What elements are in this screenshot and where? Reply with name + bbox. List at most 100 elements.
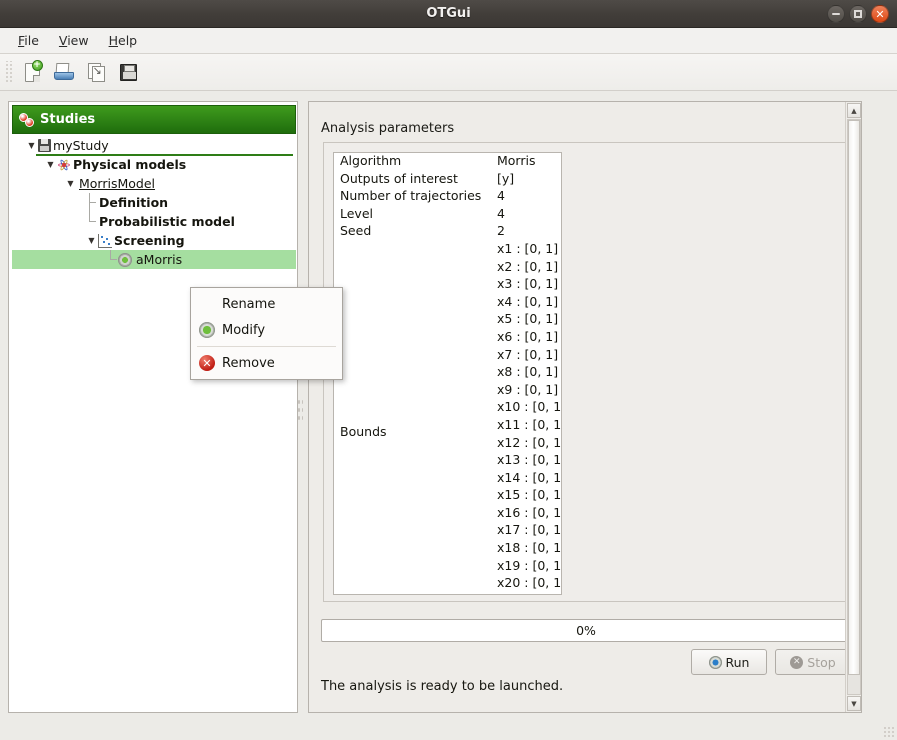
- tool-bar: + ↘: [0, 54, 897, 91]
- bound-value: x12 : [0, 1]: [497, 435, 562, 450]
- bound-value: x8 : [0, 1]: [497, 364, 558, 379]
- new-study-icon: +: [25, 63, 40, 82]
- close-button[interactable]: ✕: [871, 5, 889, 23]
- context-menu-item-rename[interactable]: Rename: [191, 291, 342, 317]
- bound-value: x13 : [0, 1]: [497, 452, 562, 467]
- bound-value: x15 : [0, 1]: [497, 487, 562, 502]
- param-key: Seed: [340, 223, 371, 238]
- scroll-down-icon[interactable]: ▼: [847, 696, 861, 711]
- bound-value: x20 : [0, 1]: [497, 575, 562, 590]
- minimize-button[interactable]: [827, 5, 845, 23]
- param-value: [y]: [497, 171, 514, 186]
- menu-file[interactable]: File: [8, 30, 49, 51]
- scroll-up-icon[interactable]: ▲: [847, 103, 861, 118]
- resize-grip[interactable]: [883, 726, 895, 738]
- parameters-table: AlgorithmMorris Outputs of interest[y] N…: [333, 152, 562, 595]
- menu-file-rest: ile: [24, 33, 39, 48]
- tree-item-screening[interactable]: ▼ Screening: [12, 231, 296, 250]
- analysis-status-text: The analysis is ready to be launched.: [321, 679, 563, 694]
- tree-item-definition[interactable]: Definition: [12, 193, 296, 212]
- tree-item-label: aMorris: [132, 252, 182, 267]
- context-menu-label: Modify: [222, 323, 265, 338]
- expand-arrow-physical-models[interactable]: ▼: [44, 160, 57, 169]
- tree-item-amorris[interactable]: aMorris: [12, 250, 296, 269]
- menu-help[interactable]: Help: [99, 30, 148, 51]
- bound-value: x19 : [0, 1]: [497, 558, 562, 573]
- tree-item-label: Definition: [97, 195, 168, 210]
- maximize-button[interactable]: [849, 5, 867, 23]
- bound-value: x9 : [0, 1]: [497, 382, 558, 397]
- context-menu-separator: [197, 346, 336, 347]
- stop-button[interactable]: ✕ Stop: [775, 649, 851, 675]
- menu-view-rest: iew: [67, 33, 88, 48]
- tree-branch-line: [84, 212, 97, 231]
- context-menu-label: Rename: [222, 297, 275, 312]
- bound-value: x10 : [0, 1]: [497, 399, 562, 414]
- atom-icon: [57, 158, 71, 172]
- save-study-button[interactable]: [113, 58, 143, 86]
- context-menu-item-modify[interactable]: Modify: [191, 317, 342, 343]
- new-study-button[interactable]: +: [17, 58, 47, 86]
- minimize-icon: [832, 13, 840, 15]
- save-study-icon: [120, 64, 137, 81]
- param-key: Outputs of interest: [340, 171, 458, 186]
- openturns-logo-icon: [19, 113, 35, 127]
- bound-value: x6 : [0, 1]: [497, 329, 558, 344]
- bound-value: x7 : [0, 1]: [497, 347, 558, 362]
- studies-tree: ▼ myStudy ▼ Physical models ▼ MorrisMode…: [12, 136, 296, 710]
- tree-branch-line: [84, 193, 97, 212]
- bound-value: x16 : [0, 1]: [497, 505, 562, 520]
- run-button-label: Run: [726, 655, 750, 670]
- page-title: Analysis parameters: [321, 121, 454, 136]
- scrollbar-track[interactable]: [847, 119, 861, 695]
- panel-splitter[interactable]: [296, 398, 303, 424]
- expand-arrow-screening[interactable]: ▼: [85, 236, 98, 245]
- run-button[interactable]: Run: [691, 649, 767, 675]
- tree-item-label: Probabilistic model: [97, 214, 235, 229]
- window-controls: ✕: [827, 5, 889, 23]
- toolbar-drag-handle[interactable]: [4, 61, 13, 83]
- tree-item-morrismodel[interactable]: ▼ MorrisModel: [12, 174, 296, 193]
- progress-bar: 0%: [321, 619, 851, 642]
- status-bar: [0, 716, 897, 740]
- import-script-icon: ↘: [88, 63, 105, 82]
- param-value: Morris: [497, 153, 535, 168]
- title-bar: OTGui ✕: [0, 0, 897, 28]
- bound-value: x11 : [0, 1]: [497, 417, 562, 432]
- tree-item-probabilistic-model[interactable]: Probabilistic model: [12, 212, 296, 231]
- import-script-button[interactable]: ↘: [81, 58, 111, 86]
- rename-icon-placeholder: [199, 296, 215, 312]
- menu-view[interactable]: View: [49, 30, 99, 51]
- plus-badge-icon: +: [32, 60, 43, 71]
- bound-value: x2 : [0, 1]: [497, 259, 558, 274]
- open-study-icon: [54, 63, 74, 81]
- menu-help-rest: elp: [118, 33, 137, 48]
- param-key: Number of trajectories: [340, 188, 481, 203]
- scrollbar-thumb[interactable]: [848, 120, 860, 675]
- bound-value: x4 : [0, 1]: [497, 294, 558, 309]
- bound-value: x18 : [0, 1]: [497, 540, 562, 555]
- studies-tree-panel: Studies ▼ myStudy ▼ Physical models ▼ Mo…: [8, 101, 298, 713]
- tree-item-physical-models[interactable]: ▼ Physical models: [12, 155, 296, 174]
- tree-item-mystudy[interactable]: ▼ myStudy: [12, 136, 296, 155]
- param-value: 4: [497, 206, 505, 221]
- tree-branch-line: [105, 250, 118, 269]
- stop-button-label: Stop: [807, 655, 835, 670]
- bound-value: x1 : [0, 1]: [497, 241, 558, 256]
- studies-header-label: Studies: [40, 112, 95, 127]
- tree-item-label: Screening: [112, 233, 185, 248]
- expand-arrow-mystudy[interactable]: ▼: [25, 141, 38, 150]
- param-value: 2: [497, 223, 505, 238]
- context-menu-item-remove[interactable]: ✕ Remove: [191, 350, 342, 376]
- right-panel-scrollbar[interactable]: ▲ ▼: [845, 102, 861, 712]
- param-value: 4: [497, 188, 505, 203]
- open-study-button[interactable]: [49, 58, 79, 86]
- run-gear-icon: [709, 656, 722, 669]
- expand-arrow-morrismodel[interactable]: ▼: [64, 179, 77, 188]
- progress-label: 0%: [576, 623, 596, 638]
- floppy-icon: [38, 139, 51, 152]
- tree-item-label: MorrisModel: [77, 176, 155, 191]
- close-icon: ✕: [875, 9, 884, 20]
- param-key: Level: [340, 206, 373, 221]
- bound-value: x14 : [0, 1]: [497, 470, 562, 485]
